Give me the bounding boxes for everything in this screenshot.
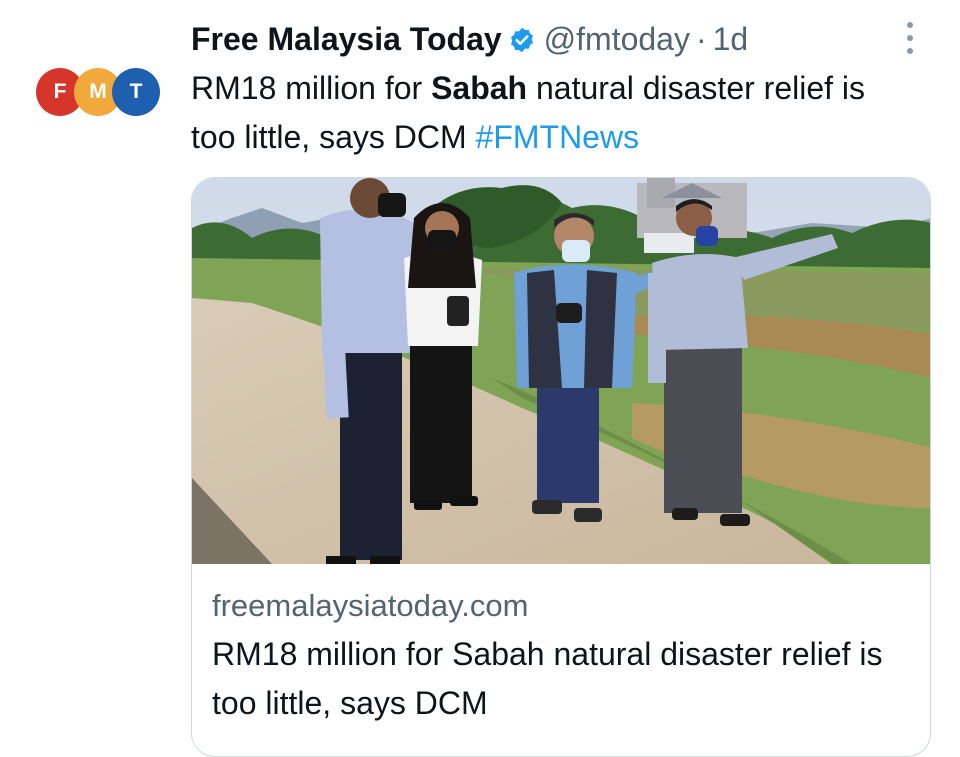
more-options-icon[interactable] [898, 20, 922, 56]
link-card[interactable]: freemalaysiatoday.com RM18 million for S… [191, 177, 931, 757]
card-body: freemalaysiatoday.com RM18 million for S… [212, 586, 912, 728]
card-title: RM18 million for Sabah natural disaster … [212, 636, 883, 721]
avatar-letter-t: T [112, 68, 160, 116]
tweet-header: Free Malaysia Today @fmtoday · 1d [191, 17, 748, 61]
card-photo [192, 178, 930, 564]
card-domain: freemalaysiatoday.com [212, 588, 529, 623]
avatar[interactable]: F M T [36, 66, 160, 118]
tweet-text: RM18 million for Sabah natural disaster … [191, 64, 911, 162]
display-name[interactable]: Free Malaysia Today [191, 21, 502, 58]
tweet-text-bold: Sabah [431, 70, 528, 106]
verified-badge-icon [508, 25, 536, 53]
tweet-timestamp[interactable]: 1d [713, 21, 749, 58]
tweet-text-part1: RM18 million for [191, 70, 432, 106]
header-separator: · [695, 20, 707, 57]
hashtag-link[interactable]: #FMTNews [476, 119, 640, 155]
tweet[interactable]: F M T Free Malaysia Today @fmtoday · 1d … [0, 0, 960, 757]
account-handle[interactable]: @fmtoday [544, 21, 690, 58]
